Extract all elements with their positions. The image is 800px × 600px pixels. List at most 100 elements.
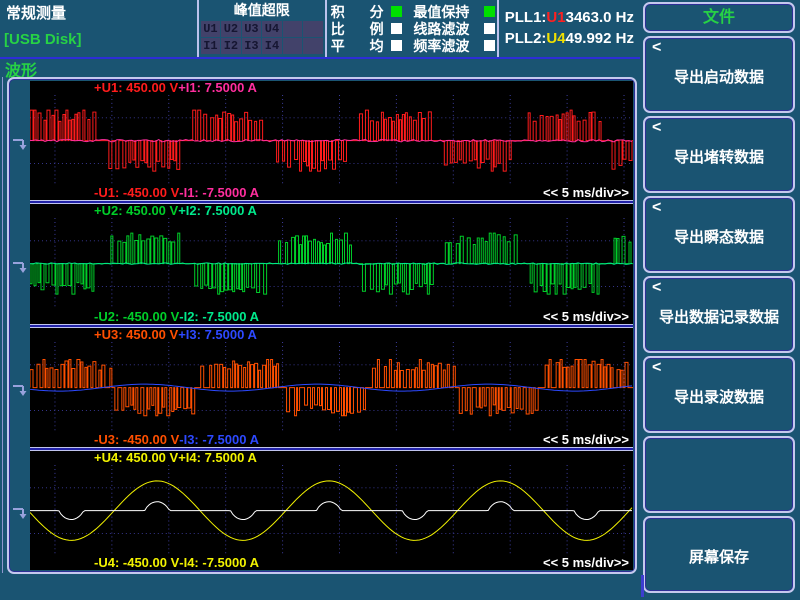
top-status-bar: 常规测量 [USB Disk] 峰值超限 U1 U2 U3 U4 I1 I2 I… [0,0,640,59]
channel-2-current-range: +I2: 7.5000 A [178,204,257,218]
channel-3-voltage-range-neg: -U3: -450.00 V [94,433,179,447]
channel-2-timebase: << 5 ms/div>> [543,310,629,324]
channel-2-waveform-plot [30,218,633,309]
peak-cell-empty [283,38,303,54]
waveform-channel-4: +U4: 450.00 V+I4: 7.5000 A -U4: -450.00 … [30,451,633,570]
status-bar: Update 8042 ( 500ms ) 102399 Sum 2022/08… [0,576,640,600]
peak-cell-i1: I1 [201,38,221,54]
channel-2-top-labels: +U2: 450.00 V+I2: 7.5000 A [30,204,633,218]
export-waveform-data-button[interactable]: < 导出录波数据 [643,356,795,433]
max-hold-checkbox[interactable] [484,6,495,17]
channel-3-current-range: +I3: 7.5000 A [178,328,257,342]
chevron-left-icon: < [652,359,661,377]
line-filter-checkbox[interactable] [484,23,495,34]
averaging-label-2: 均 [370,36,385,56]
peak-cell-u2: U2 [221,21,241,37]
peak-cell-u1: U1 [201,21,221,37]
averaging-checkbox[interactable] [391,40,402,51]
screen-save-button[interactable]: 屏幕保存 [643,516,795,593]
channel-3-waveform-plot [30,342,633,433]
freq-filter-label: 频率滤波 [413,36,470,56]
channel-2-bottom-labels: -U2: -450.00 V-I2: -7.5000 A<< 5 ms/div>… [30,310,633,324]
channel-1-bottom-labels: -U1: -450.00 V-I1: -7.5000 A << 5 ms/div>… [30,186,633,200]
peak-over-limit-section: 峰值超限 U1 U2 U3 U4 I1 I2 I3 I4 [199,0,327,57]
channel-4-timebase: << 5 ms/div>> [543,556,629,570]
averaging-row: 平 均 频率滤波 [329,37,495,54]
integration-checkbox[interactable] [391,6,402,17]
chevron-left-icon: < [652,39,661,57]
export-transient-data-button[interactable]: < 导出瞬态数据 [643,196,795,273]
channel-1-voltage-range: +U1: 450.00 V [94,81,178,95]
export-datalog-data-button[interactable]: <导出数据记录数据 [643,276,795,353]
waveform-channel-3: +U3: 450.00 V+I3: 7.5000 A -U3: -450.00 … [30,328,633,447]
pll2-source: U4 [546,30,565,47]
channel-1-current-range: +I1: 7.5000 A [178,81,257,95]
channel-2-zero-marker-icon [12,260,28,274]
pll2-row: PLL2: U4 49.992 Hz [505,28,636,49]
peak-cell-empty [303,21,323,37]
pll2-label: PLL2: [505,30,547,47]
bezel-edge-line [2,77,3,573]
export-transient-data-label: 导出瞬态数据 [645,226,793,247]
channel-4-voltage-range: +U4: 450.00 V [94,451,178,465]
waveform-channel-2: +U2: 450.00 V+I2: 7.5000 A -U2: -450.00 … [30,204,633,323]
channel-4-current-range: +I4: 7.5000 A [178,451,257,465]
pll2-frequency: 49.992 Hz [566,30,634,47]
export-waveform-data-label: 导出录波数据 [645,386,793,407]
pll1-source: U1 [546,9,565,26]
channel-1-timebase: << 5 ms/div>> [543,186,629,200]
waveform-display-frame: +U1: 450.00 V+I1: 7.5000 A -U1: -450.00 … [7,77,637,574]
channel-4-waveform-plot [30,465,633,556]
channel-3-timebase: << 5 ms/div>> [543,433,629,447]
scaling-row: 比 例 线路滤波 [329,20,495,37]
channel-3-top-labels: +U3: 450.00 V+I3: 7.5000 A [30,328,633,342]
export-startup-data-button[interactable]: < 导出启动数据 [643,36,795,113]
empty-menu-slot [643,436,795,513]
export-startup-data-label: 导出启动数据 [645,66,793,87]
channel-3-current-range-neg: -I3: -7.5000 A [179,433,259,447]
waveform-channel-1: +U1: 450.00 V+I1: 7.5000 A -U1: -450.00 … [30,81,633,200]
chevron-left-icon: < [652,119,661,137]
pll1-frequency: 3463.0 Hz [566,9,634,26]
channel-4-current-range-neg: -I4: -7.5000 A [179,556,259,570]
export-stall-data-label: 导出堵转数据 [645,146,793,167]
channel-2-voltage-range-neg: -U2: -450.00 V [94,310,179,324]
peak-cell-empty [283,21,303,37]
measurement-mode-section: 常规测量 [USB Disk] [0,0,199,57]
waveform-screen: +U1: 450.00 V+I1: 7.5000 A -U1: -450.00 … [30,81,633,570]
peak-over-limit-grid: U1 U2 U3 U4 I1 I2 I3 I4 [201,21,323,54]
usb-disk-status: [USB Disk] [4,31,82,48]
peak-over-limit-title: 峰值超限 [201,1,323,20]
pll1-row: PLL1: U1 3463.0 Hz [505,7,636,28]
freq-filter-checkbox[interactable] [484,40,495,51]
peak-cell-u4: U4 [262,21,282,37]
screen-save-label: 屏幕保存 [645,546,793,567]
peak-cell-empty [303,38,323,54]
peak-cell-i3: I3 [242,38,262,54]
chevron-left-icon: < [652,199,661,217]
pll-section: PLL1: U1 3463.0 Hz PLL2: U4 49.992 Hz [499,0,640,57]
peak-cell-u3: U3 [242,21,262,37]
channel-4-top-labels: +U4: 450.00 V+I4: 7.5000 A [30,451,633,465]
export-stall-data-button[interactable]: < 导出堵转数据 [643,116,795,193]
channel-3-zero-marker-icon [12,383,28,397]
cursor-indicator [641,575,644,597]
channel-1-voltage-range-neg: -U1: -450.00 V [94,186,179,200]
averaging-label-1: 平 [331,36,346,56]
integration-row: 积 分 最值保持 [329,3,495,20]
channel-1-top-labels: +U1: 450.00 V+I1: 7.5000 A [30,81,633,95]
channel-4-bottom-labels: -U4: -450.00 V-I4: -7.5000 A<< 5 ms/div>… [30,556,633,570]
peak-cell-i4: I4 [262,38,282,54]
scaling-checkbox[interactable] [391,23,402,34]
channel-1-waveform-plot [30,95,633,186]
channel-1-current-range-neg: -I1: -7.5000 A [179,186,259,200]
file-menu-header: 文件 [643,2,795,33]
channel-3-voltage-range: +U3: 450.00 V [94,328,178,342]
channel-1-zero-marker-icon [12,137,28,151]
pll1-label: PLL1: [505,9,547,26]
power-analyzer-screen: 常规测量 [USB Disk] 峰值超限 U1 U2 U3 U4 I1 I2 I… [0,0,800,600]
file-menu-panel: 文件 < 导出启动数据 < 导出堵转数据 < 导出瞬态数据 <导出数据记录数据 < 导出… [640,0,800,600]
peak-cell-i2: I2 [221,38,241,54]
channel-4-zero-marker-icon [12,506,28,520]
mode-filter-section: 积 分 最值保持 比 例 线路滤波 平 均 频率滤波 [327,0,499,57]
